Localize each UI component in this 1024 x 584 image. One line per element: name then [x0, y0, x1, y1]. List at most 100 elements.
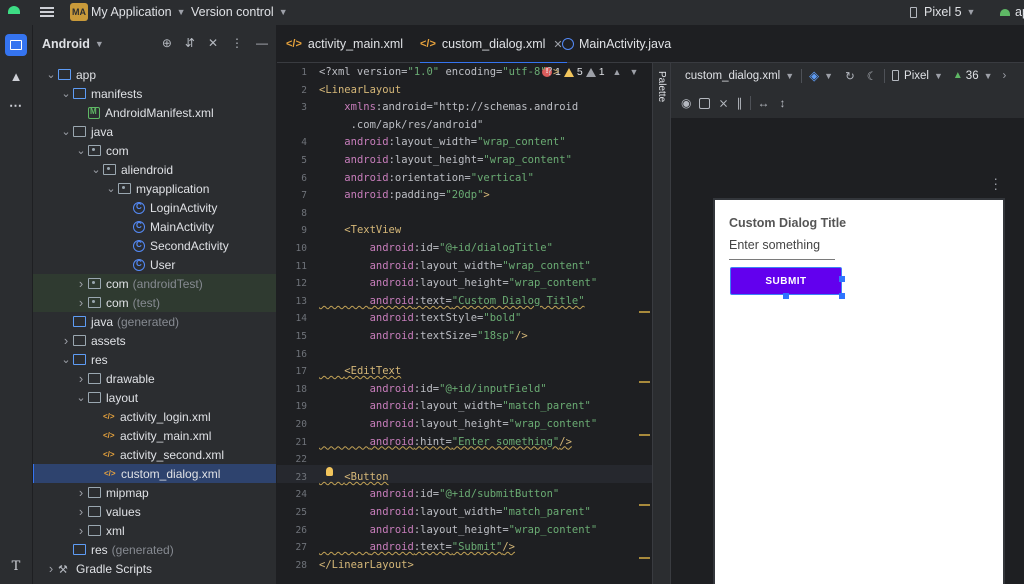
tree-item[interactable]: › com (test): [33, 293, 276, 312]
more-chevron-icon[interactable]: ›: [1003, 70, 1007, 82]
project-tool-button[interactable]: [5, 34, 27, 56]
expand-arrow-icon[interactable]: ⌄: [59, 353, 73, 366]
tree-item[interactable]: </> activity_second.xml: [33, 445, 276, 464]
resize-handle[interactable]: [839, 293, 845, 299]
chevron-down-icon[interactable]: ▼: [629, 67, 638, 77]
pack-vertical-icon[interactable]: ↕: [780, 96, 786, 110]
api-selector[interactable]: 36 ▼: [966, 70, 993, 82]
tree-item[interactable]: ⌄ aliendroid: [33, 160, 276, 179]
tree-item[interactable]: res (generated): [33, 540, 276, 559]
tree-item[interactable]: </> activity_main.xml: [33, 426, 276, 445]
line-number: 23: [295, 471, 307, 483]
tree-item[interactable]: ⌄ res: [33, 350, 276, 369]
tree-item[interactable]: ⌄ layout: [33, 388, 276, 407]
chevron-up-icon[interactable]: ▲: [613, 67, 622, 77]
run-config-selector[interactable]: app: [1000, 5, 1024, 19]
expand-arrow-icon[interactable]: ⌄: [104, 182, 118, 195]
tree-item[interactable]: › values: [33, 502, 276, 521]
collapse-arrow-icon[interactable]: ›: [74, 276, 88, 291]
android-app-icon: [1000, 8, 1010, 16]
collapse-arrow-icon[interactable]: ›: [74, 371, 88, 386]
layout-file-selector[interactable]: custom_dialog.xml ▼: [685, 70, 794, 82]
warning-marker[interactable]: [639, 557, 650, 559]
device-selector[interactable]: Pixel ▼: [904, 70, 943, 82]
code-editor[interactable]: ! 1 5 1 ▲ ▼ 1 2 3 4 5 6 7 8 9 10 11 12 13 14 15 16 17 18 1…: [277, 63, 652, 584]
tree-item[interactable]: ⌄ myapplication: [33, 179, 276, 198]
text-tool-button[interactable]: T: [5, 555, 27, 577]
preview-submit-button[interactable]: SUBMIT: [730, 267, 842, 295]
tree-item[interactable]: SecondActivity: [33, 236, 276, 255]
tree-item[interactable]: › ⚒ Gradle Scripts: [33, 559, 276, 578]
collapse-arrow-icon[interactable]: ›: [59, 333, 73, 348]
tree-item[interactable]: ⌄ com: [33, 141, 276, 160]
locate-icon[interactable]: ⊕: [162, 36, 172, 50]
design-canvas[interactable]: · · · Custom Dialog Title Enter something …: [671, 118, 1024, 584]
more-tools-button[interactable]: ⋯: [5, 95, 27, 117]
collapse-all-icon[interactable]: ✕: [208, 36, 218, 50]
line-number: 12: [295, 278, 307, 290]
expand-arrow-icon[interactable]: ⌄: [59, 125, 73, 138]
resize-handle[interactable]: [783, 293, 789, 299]
warning-marker[interactable]: [639, 504, 650, 506]
view-options-icon[interactable]: ◉: [681, 96, 691, 110]
design-surface-icon[interactable]: ◈: [809, 68, 819, 84]
device-selector[interactable]: Pixel 5 ▼: [910, 5, 975, 19]
tree-item[interactable]: ⌄ manifests: [33, 84, 276, 103]
tree-item-label: drawable: [106, 371, 155, 386]
tree-item[interactable]: java (generated): [33, 312, 276, 331]
resize-handle[interactable]: [839, 276, 845, 282]
tree-item[interactable]: MainActivity: [33, 217, 276, 236]
tree-item[interactable]: › xml: [33, 521, 276, 540]
tree-item[interactable]: </> custom_dialog.xml: [33, 464, 276, 483]
expand-arrow-icon[interactable]: ⌄: [44, 68, 58, 81]
line-number: 16: [295, 348, 307, 360]
tree-item[interactable]: ⌄ app: [33, 65, 276, 84]
expand-arrow-icon[interactable]: ⌄: [89, 163, 103, 176]
warning-marker[interactable]: [639, 381, 650, 383]
warning-marker[interactable]: [639, 311, 650, 313]
collapse-arrow-icon[interactable]: ›: [74, 485, 88, 500]
night-mode-icon[interactable]: ☾: [867, 69, 877, 83]
collapse-arrow-icon[interactable]: ›: [74, 504, 88, 519]
project-selector[interactable]: My Application ▼: [91, 5, 186, 19]
expand-arrow-icon[interactable]: ⌄: [74, 391, 88, 404]
tree-item[interactable]: User: [33, 255, 276, 274]
collapse-arrow-icon[interactable]: ›: [74, 523, 88, 538]
tree-item[interactable]: › drawable: [33, 369, 276, 388]
code-line: <EditText: [344, 365, 402, 378]
tree-item[interactable]: › com (androidTest): [33, 274, 276, 293]
margins-icon[interactable]: ∥: [737, 96, 743, 110]
tree-item[interactable]: AndroidManifest.xml: [33, 103, 276, 122]
preview-dialog-title[interactable]: Custom Dialog Title: [729, 216, 846, 230]
tab-custom-dialog[interactable]: </> custom_dialog.xml ✕: [420, 25, 567, 64]
chevron-down-icon: ▼: [785, 70, 795, 81]
resource-manager-button[interactable]: ▲: [5, 65, 27, 87]
tree-item[interactable]: › mipmap: [33, 483, 276, 502]
hide-icon[interactable]: —: [256, 36, 268, 50]
pack-horizontal-icon[interactable]: ↔: [758, 96, 770, 110]
preview-input-field[interactable]: Enter something: [729, 238, 835, 260]
collapse-arrow-icon[interactable]: ›: [44, 561, 58, 576]
device-preview: Custom Dialog Title Enter something SUBM…: [713, 198, 1005, 584]
version-control-menu[interactable]: Version control ▼: [191, 5, 288, 19]
tree-item[interactable]: </> activity_login.xml: [33, 407, 276, 426]
tree-item[interactable]: ⌄ java: [33, 122, 276, 141]
more-options-icon[interactable]: · · ·: [993, 171, 998, 195]
tree-item[interactable]: › assets: [33, 331, 276, 350]
expand-arrow-icon[interactable]: ⌄: [59, 87, 73, 100]
tree-item[interactable]: LoginActivity: [33, 198, 276, 217]
blueprint-icon[interactable]: [699, 97, 711, 109]
options-icon[interactable]: ⋮: [231, 36, 243, 50]
orientation-icon[interactable]: ↻: [845, 69, 855, 83]
tab-main-activity[interactable]: MainActivity.java: [562, 25, 671, 63]
warning-marker[interactable]: [639, 434, 650, 436]
palette-strip[interactable]: Palette: [652, 63, 671, 584]
main-menu-icon[interactable]: [40, 5, 54, 19]
lightbulb-icon[interactable]: [326, 467, 333, 476]
collapse-arrow-icon[interactable]: ›: [74, 295, 88, 310]
expand-arrow-icon[interactable]: ⌄: [74, 144, 88, 157]
constraints-icon[interactable]: ⨯: [718, 96, 728, 110]
code-line: android:layout_height="wrap_content": [369, 277, 598, 290]
tab-activity-main[interactable]: </> activity_main.xml: [286, 25, 403, 63]
expand-all-icon[interactable]: ⇵: [185, 36, 195, 50]
